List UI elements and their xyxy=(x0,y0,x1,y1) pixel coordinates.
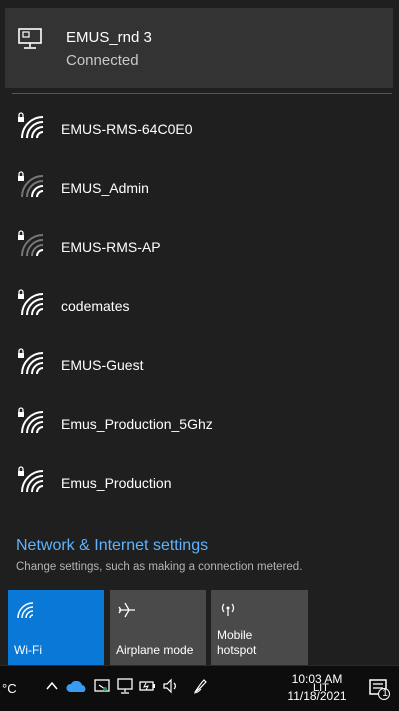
wifi-toggle-tile[interactable]: Wi-Fi xyxy=(8,590,104,665)
hotspot-label-line2: hotspot xyxy=(217,643,257,657)
hotspot-label-line1: Mobile xyxy=(217,628,253,642)
network-pc-icon[interactable] xyxy=(116,677,134,695)
secured-wifi-icon xyxy=(18,171,44,198)
airplane-tile-label: Airplane mode xyxy=(116,643,194,657)
connected-network-item[interactable]: EMUS_rnd 3 Connected xyxy=(5,8,393,88)
secured-wifi-icon xyxy=(18,466,44,493)
network-name: EMUS-RMS-64C0E0 xyxy=(61,121,193,137)
network-item[interactable]: EMUS-RMS-AP xyxy=(0,222,399,281)
network-settings-description: Change settings, such as making a connec… xyxy=(16,561,303,573)
clock-date: 11/18/2021 xyxy=(287,689,347,703)
connected-network-name: EMUS_rnd 3 xyxy=(66,29,152,46)
secured-wifi-icon xyxy=(18,348,44,375)
taskbar-clock[interactable]: 10:03 AM 11/18/2021 xyxy=(282,671,352,705)
hotspot-icon xyxy=(221,603,235,616)
pen-workspace-icon[interactable] xyxy=(192,677,210,695)
network-list: EMUS-RMS-64C0E0 EMUS_Admin EMUS-RMS-AP c… xyxy=(0,104,399,517)
chevron-up-icon[interactable] xyxy=(44,678,60,694)
mobile-hotspot-tile[interactable]: Mobile hotspot xyxy=(211,590,308,665)
network-settings-link[interactable]: Network & Internet settings xyxy=(16,537,208,555)
airplane-icon xyxy=(118,602,135,618)
weather-temperature[interactable]: °C xyxy=(2,681,17,696)
connected-network-status: Connected xyxy=(66,52,139,69)
divider xyxy=(12,93,392,94)
secured-wifi-icon xyxy=(18,289,44,316)
wifi-tile-label: Wi-Fi xyxy=(14,643,42,657)
network-name: EMUS-Guest xyxy=(61,357,144,373)
network-name: EMUS-RMS-AP xyxy=(61,239,161,255)
ethernet-pc-icon xyxy=(18,28,42,49)
network-item[interactable]: codemates xyxy=(0,281,399,340)
network-flyout: EMUS_rnd 3 Connected EMUS-RMS-64C0E0 EMU… xyxy=(0,0,399,665)
taskbar: °C LIT 10:03 AM 11/18/2021 1 xyxy=(0,665,399,711)
hotspot-tile-label: Mobile hotspot xyxy=(217,628,256,658)
network-item[interactable]: EMUS-Guest xyxy=(0,340,399,399)
battery-power-icon[interactable] xyxy=(139,677,157,695)
network-item[interactable]: Emus_Production_5Ghz xyxy=(0,399,399,458)
network-name: Emus_Production_5Ghz xyxy=(61,416,213,432)
notification-count-badge: 1 xyxy=(382,688,388,699)
onedrive-cloud-icon[interactable] xyxy=(66,681,88,693)
volume-icon[interactable] xyxy=(162,677,180,695)
network-name: codemates xyxy=(61,298,130,314)
snipping-tool-icon[interactable] xyxy=(93,677,111,695)
secured-wifi-icon xyxy=(18,230,44,257)
action-center-button[interactable]: 1 xyxy=(368,678,390,700)
network-item[interactable]: Emus_Production xyxy=(0,458,399,517)
network-name: EMUS_Admin xyxy=(61,180,149,196)
network-name: Emus_Production xyxy=(61,475,172,491)
network-item[interactable]: EMUS-RMS-64C0E0 xyxy=(0,104,399,163)
wifi-icon xyxy=(17,602,34,619)
secured-wifi-icon xyxy=(18,112,44,139)
network-item[interactable]: EMUS_Admin xyxy=(0,163,399,222)
airplane-mode-tile[interactable]: Airplane mode xyxy=(110,590,206,665)
secured-wifi-icon xyxy=(18,407,44,434)
clock-time: 10:03 AM xyxy=(291,672,343,686)
